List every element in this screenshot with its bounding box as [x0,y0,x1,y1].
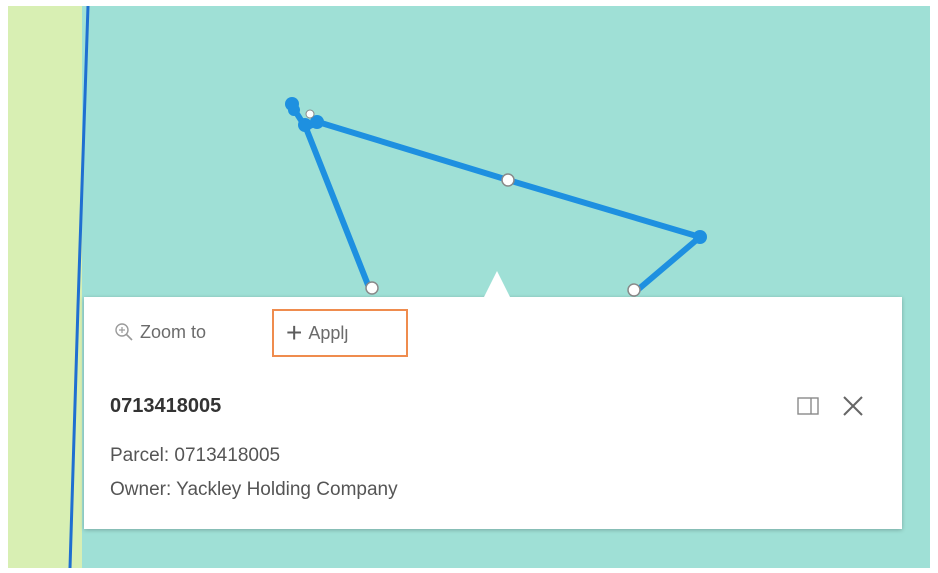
vertex-handle[interactable] [288,104,300,116]
feature-popup: Zoom to + Applȷ 0713418005 Parcel: 07134… [84,271,902,529]
vertex-handle[interactable] [298,118,312,132]
sketch-line[interactable] [303,119,703,296]
vertex-handle[interactable] [693,230,707,244]
apply-button[interactable]: + Applȷ [272,309,408,357]
popup-title: 0713418005 [110,395,222,417]
midpoint-handle[interactable] [627,283,641,297]
magnifier-zoom-icon [115,323,133,341]
owner-field: Owner: Yackley Holding Company [110,479,398,500]
midpoint-handle[interactable] [365,281,379,295]
midpoint-handle[interactable] [501,173,515,187]
zoom-to-label: Zoom to [140,321,207,342]
zoom-to-button[interactable]: Zoom to [114,317,206,347]
apply-label: Applȷ [308,322,349,343]
plus-icon: + [286,317,303,348]
popup-pointer [484,271,510,297]
close-icon[interactable] [840,393,866,419]
dock-icon[interactable] [797,397,819,415]
midpoint-handle[interactable] [305,109,315,119]
parcel-field: Parcel: 0713418005 [110,445,281,466]
